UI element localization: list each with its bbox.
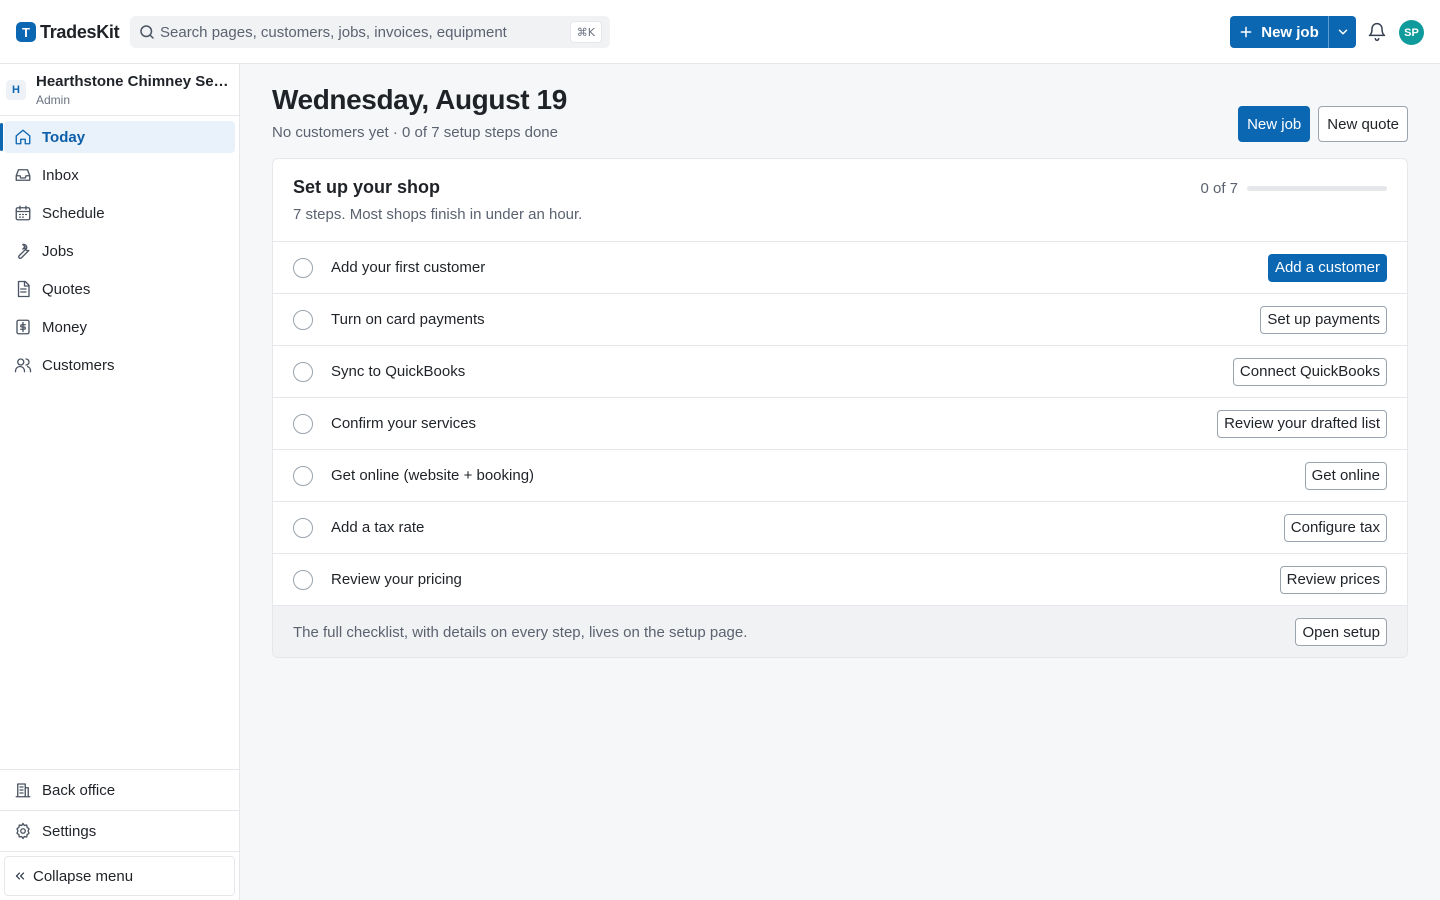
global-search[interactable]: ⌘K [130,16,610,48]
progress-label: 0 of 7 [1200,180,1238,197]
inbox-icon [15,169,31,181]
search-input[interactable] [160,23,570,41]
add-customer-button[interactable]: Add a customer [1267,253,1387,282]
brand-name: TradesKit [40,21,120,42]
wrench-icon [18,243,30,259]
setup-card-footer: The full checklist, with details on ever… [273,606,1407,657]
setup-step: Turn on card payments Set up payments [273,294,1407,346]
document-icon [17,280,30,298]
sidebar-item-label: Settings [42,822,97,840]
new-job-label: New job [1261,23,1319,41]
setup-step: Sync to QuickBooks Connect QuickBooks [273,346,1407,398]
step-label: Turn on card payments [331,311,485,328]
sidebar-item-label: Today [42,128,86,146]
gear-icon [16,822,30,840]
step-checkbox[interactable] [293,309,313,330]
setup-step: Add your first customer Add a customer [273,242,1407,294]
sidebar-item-label: Quotes [42,280,91,298]
step-label: Add your first customer [331,259,486,276]
bell-icon[interactable] [1367,22,1387,42]
sidebar-item-label: Jobs [42,242,74,260]
setup-card: Set up your shop 7 steps. Most shops fin… [272,158,1408,658]
collapse-menu-label: Collapse menu [33,867,134,885]
search-icon [140,25,154,39]
setup-card-header: Set up your shop 7 steps. Most shops fin… [273,159,1407,242]
new-quote-button[interactable]: New quote [1318,106,1408,142]
sidebar-item-quotes[interactable]: Quotes [4,273,235,305]
org-switcher[interactable]: H Hearthstone Chimney Services Admin [0,64,239,116]
brand-logo[interactable]: T TradesKit [16,21,120,43]
avatar[interactable]: SP [1399,20,1424,45]
sidebar: H Hearthstone Chimney Services Admin Tod… [0,64,240,900]
collapse-menu-button[interactable]: Collapse menu [4,856,235,896]
connect-quickbooks-button[interactable]: Connect QuickBooks [1232,357,1387,386]
setup-step: Review your pricing Review prices [273,554,1407,606]
setup-steps: Add your first customer Add a customer T… [273,242,1407,606]
new-job-menu-button[interactable] [1329,16,1356,48]
sidebar-item-back-office[interactable]: Back office [0,769,239,810]
step-checkbox[interactable] [293,361,313,382]
step-checkbox[interactable] [293,465,313,486]
sidebar-nav: Today Inbox Schedule Jobs Quotes Money C… [0,121,239,387]
search-shortcut-badge: ⌘K [569,21,602,43]
new-job-page-button[interactable]: New job [1238,106,1311,142]
new-job-button[interactable]: New job [1230,16,1329,48]
setup-title: Set up your shop [293,177,441,197]
step-checkbox[interactable] [293,569,313,590]
sidebar-item-schedule[interactable]: Schedule [4,197,235,229]
sidebar-item-inbox[interactable]: Inbox [4,159,235,191]
sidebar-item-today[interactable]: Today [0,121,235,153]
setup-step: Add a tax rate Configure tax [273,502,1407,554]
setup-subtitle: 7 steps. Most shops finish in under an h… [293,206,583,223]
sidebar-item-jobs[interactable]: Jobs [4,235,235,267]
configure-tax-button[interactable]: Configure tax [1283,513,1387,542]
step-label: Add a tax rate [331,519,425,536]
set-up-payments-button[interactable]: Set up payments [1260,305,1387,334]
calendar-icon [15,205,31,221]
step-checkbox[interactable] [293,257,313,278]
org-badge: H [6,80,26,100]
sidebar-item-money[interactable]: Money [4,311,235,343]
brand-mark: T [16,22,36,42]
step-label: Sync to QuickBooks [331,363,466,380]
setup-step: Get online (website + booking) Get onlin… [273,450,1407,502]
step-checkbox[interactable] [293,413,313,434]
step-label: Review your pricing [331,571,462,588]
chevron-down-icon [1338,29,1347,35]
org-name: Hearthstone Chimney Services [36,73,234,90]
setup-footer-text: The full checklist, with details on ever… [293,623,748,641]
dollar-icon [16,319,30,335]
plus-icon [1240,26,1252,38]
new-job-split-button: New job [1230,16,1356,48]
page-title: Wednesday, August 19 [272,84,567,115]
sidebar-item-label: Schedule [42,204,105,222]
page-actions: New job New quote [1238,106,1408,142]
get-online-button[interactable]: Get online [1304,461,1387,490]
page-subtitle: No customers yet · 0 of 7 setup steps do… [272,124,558,141]
sidebar-footer: Back office Settings Collapse menu [0,769,239,900]
home-icon [15,129,31,145]
sidebar-item-label: Back office [42,781,116,799]
collapse-wrap: Collapse menu [0,851,239,900]
org-role: Admin [36,93,71,107]
users-icon [14,358,32,373]
review-drafted-list-button[interactable]: Review your drafted list [1217,409,1387,438]
building-icon [15,783,31,798]
sidebar-item-label: Money [42,318,88,336]
open-setup-button[interactable]: Open setup [1295,618,1387,646]
step-checkbox[interactable] [293,517,313,538]
chevrons-left-icon [15,872,25,880]
progress-bar [1247,186,1387,191]
setup-progress: 0 of 7 [1200,180,1387,197]
top-bar: T TradesKit ⌘K New job SP [0,0,1440,64]
review-prices-button[interactable]: Review prices [1279,565,1387,594]
sidebar-item-settings[interactable]: Settings [0,810,239,851]
step-label: Get online (website + booking) [331,467,535,484]
sidebar-item-label: Inbox [42,166,79,184]
setup-step: Confirm your services Review your drafte… [273,398,1407,450]
step-label: Confirm your services [331,415,477,432]
sidebar-item-customers[interactable]: Customers [4,349,235,381]
sidebar-item-label: Customers [42,356,115,374]
